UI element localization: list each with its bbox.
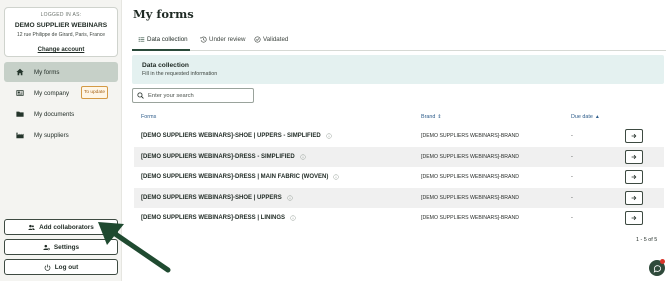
- form-name-cell: [DEMO SUPPLIERS WEBINARS]-DRESS | LINING…: [141, 215, 296, 221]
- search-box: [132, 88, 254, 103]
- arrow-right-icon: [631, 174, 637, 180]
- page-title: My forms: [133, 7, 194, 21]
- form-name: [DEMO SUPPLIERS WEBINARS]-DRESS | LINING…: [141, 215, 286, 222]
- column-header-forms: Forms: [141, 114, 156, 120]
- brand-cell: [DEMO SUPPLIERS WEBINARS]-BRAND: [421, 133, 520, 140]
- column-header-due-date[interactable]: Due date ▲: [571, 114, 600, 120]
- logged-in-label: LOGGED IN AS:: [40, 12, 82, 18]
- table-row: [DEMO SUPPLIERS WEBINARS]-DRESS | MAIN F…: [134, 167, 664, 188]
- form-name: [DEMO SUPPLIERS WEBINARS]-SHOE | UPPERS: [141, 194, 282, 201]
- tab-label: Validated: [263, 36, 289, 43]
- history-icon: [200, 36, 207, 43]
- to-update-badge: To update: [81, 86, 108, 99]
- brand-cell: [DEMO SUPPLIERS WEBINARS]-BRAND: [421, 215, 520, 222]
- form-name: [DEMO SUPPLIERS WEBINARS]-DRESS | MAIN F…: [141, 174, 329, 181]
- tab-label: Under review: [209, 36, 246, 43]
- power-icon: [44, 264, 51, 271]
- due-date-cell: -: [571, 215, 573, 222]
- info-icon[interactable]: [326, 133, 332, 139]
- tab-under-review[interactable]: Under review: [200, 36, 245, 43]
- chat-icon: [653, 264, 661, 273]
- open-form-button[interactable]: [625, 170, 643, 184]
- folder-icon: [16, 110, 24, 118]
- settings-label: Settings: [53, 243, 80, 251]
- arrow-right-icon: [631, 133, 637, 139]
- banner-subtitle: Fill in the requested information: [142, 71, 218, 77]
- account-card: LOGGED IN AS: DEMO SUPPLIER WEBINARS 12 …: [4, 7, 118, 57]
- open-form-button[interactable]: [625, 211, 643, 225]
- tab-data-collection[interactable]: Data collection: [138, 36, 188, 43]
- due-date-cell: -: [571, 133, 573, 140]
- arrow-right-icon: [631, 154, 637, 159]
- column-label: Brand: [421, 114, 436, 120]
- column-header-brand[interactable]: Brand ⇕: [421, 114, 442, 120]
- sidebar-item-my-forms[interactable]: My forms: [4, 62, 118, 82]
- due-date-cell: -: [571, 153, 573, 160]
- info-banner: Data collection Fill in the requested in…: [132, 55, 664, 84]
- supplier-name: DEMO SUPPLIER WEBINARS: [14, 22, 108, 29]
- sidebar-nav: My forms My company To update My documen…: [4, 62, 118, 146]
- form-name-cell: [DEMO SUPPLIERS WEBINARS]-DRESS - SIMPLI…: [141, 154, 306, 160]
- column-label: Forms: [141, 114, 157, 120]
- sort-both-icon: ⇕: [437, 114, 442, 120]
- home-icon: [16, 68, 24, 76]
- banner-title: Data collection: [142, 62, 189, 69]
- open-form-button[interactable]: [625, 190, 643, 205]
- change-account-link[interactable]: Change account: [38, 47, 85, 53]
- search-input[interactable]: [148, 92, 248, 99]
- sidebar-item-my-suppliers[interactable]: My suppliers: [4, 125, 118, 145]
- form-name: [DEMO SUPPLIERS WEBINARS]-SHOE | UPPERS …: [141, 133, 321, 140]
- due-date-cell: -: [571, 174, 573, 181]
- brand-cell: [DEMO SUPPLIERS WEBINARS]-BRAND: [421, 194, 520, 201]
- search-icon: [137, 92, 144, 99]
- info-icon[interactable]: [300, 154, 306, 160]
- due-date-cell: -: [571, 194, 573, 201]
- add-collaborators-label: Add collaborators: [39, 223, 94, 231]
- info-icon[interactable]: [287, 195, 293, 201]
- arrow-right-icon: [631, 195, 637, 200]
- supplier-address: 12 rue Philippe de Girard, Paris, France: [16, 32, 106, 38]
- tab-label: Data collection: [147, 36, 188, 43]
- main-content: My forms Data collection Under review Va…: [122, 0, 670, 281]
- factory-icon: [16, 131, 24, 139]
- table-row: [DEMO SUPPLIERS WEBINARS]-SHOE | UPPERS …: [134, 126, 664, 147]
- forms-table: [DEMO SUPPLIERS WEBINARS]-SHOE | UPPERS …: [134, 126, 664, 229]
- pagination-label: 1 - 5 of 5: [636, 237, 658, 243]
- sort-ascending-icon: ▲: [594, 114, 600, 120]
- form-name: [DEMO SUPPLIERS WEBINARS]-DRESS - SIMPLI…: [141, 153, 295, 160]
- open-form-button[interactable]: [625, 129, 643, 143]
- users-icon: [28, 224, 35, 231]
- sidebar-item-my-documents[interactable]: My documents: [4, 104, 118, 124]
- list-icon: [138, 36, 145, 43]
- form-name-cell: [DEMO SUPPLIERS WEBINARS]-DRESS | MAIN F…: [141, 174, 339, 180]
- brand-cell: [DEMO SUPPLIERS WEBINARS]-BRAND: [421, 153, 520, 160]
- sidebar-item-label: My documents: [34, 110, 75, 118]
- sidebar-item-label: My company: [34, 89, 70, 97]
- info-icon[interactable]: [290, 215, 296, 221]
- active-tab-indicator: [132, 49, 190, 51]
- sidebar-item-my-company[interactable]: My company To update: [4, 83, 118, 103]
- open-form-button[interactable]: [625, 149, 643, 164]
- arrow-right-icon: [631, 215, 637, 221]
- table-row: [DEMO SUPPLIERS WEBINARS]-SHOE | UPPERS …: [134, 187, 664, 208]
- info-icon[interactable]: [333, 174, 339, 180]
- user-gear-icon: [43, 244, 50, 251]
- table-row: [DEMO SUPPLIERS WEBINARS]-DRESS - SIMPLI…: [134, 146, 664, 167]
- form-name-cell: [DEMO SUPPLIERS WEBINARS]-SHOE | UPPERS …: [141, 133, 332, 139]
- form-name-cell: [DEMO SUPPLIERS WEBINARS]-SHOE | UPPERS: [141, 195, 293, 201]
- logout-label: Log out: [54, 263, 79, 271]
- sidebar-item-label: My forms: [34, 68, 60, 76]
- notification-dot: [660, 259, 665, 264]
- id-card-icon: [16, 89, 24, 97]
- sidebar-item-label: My suppliers: [34, 131, 69, 139]
- table-row: [DEMO SUPPLIERS WEBINARS]-DRESS | LINING…: [134, 208, 664, 229]
- brand-cell: [DEMO SUPPLIERS WEBINARS]-BRAND: [421, 174, 520, 181]
- tabs-bar: Data collection Under review Validated: [132, 32, 666, 51]
- column-label: Due date: [571, 114, 593, 120]
- check-circle-icon: [254, 36, 261, 43]
- tab-validated[interactable]: Validated: [254, 36, 288, 43]
